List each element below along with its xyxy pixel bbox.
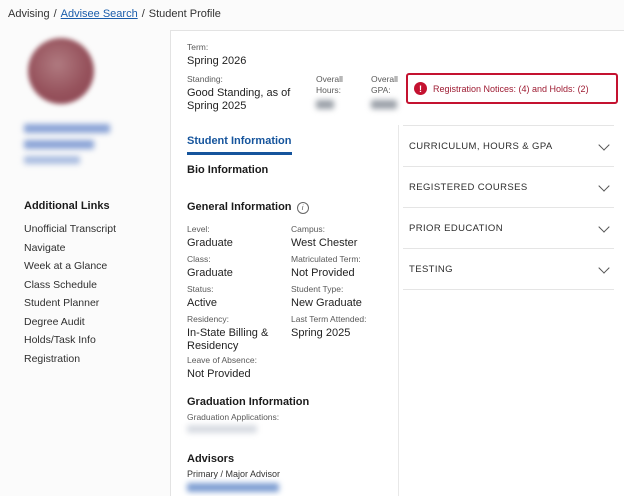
general-information-title-text: General Information — [187, 201, 292, 213]
field-value: Not Provided — [187, 368, 251, 380]
field-value: Not Provided — [291, 267, 355, 279]
redacted-overall-hours-value — [316, 100, 334, 109]
field-label: Matriculated Term: — [291, 254, 361, 264]
redacted-student-name-line — [24, 140, 94, 149]
accordion-title: TESTING — [409, 263, 453, 275]
info-icon[interactable]: i — [296, 202, 309, 214]
overall-hours-field: Overall Hours: — [316, 74, 358, 96]
field-student-type: Student Type: New Graduate — [291, 284, 391, 310]
breadcrumb-advisee-search-link[interactable]: Advisee Search — [61, 8, 138, 20]
student-profile-page: Advising / Advisee Search / Student Profile … — [0, 0, 624, 496]
breadcrumb-student-profile: Student Profile — [148, 8, 221, 20]
field-label: Class: — [187, 254, 211, 264]
breadcrumb: Advising / Advisee Search / Student Profile — [8, 8, 221, 20]
field-leave-of-absence: Leave of Absence: Not Provided — [187, 355, 287, 381]
field-label: Last Term Attended: — [291, 314, 367, 324]
redacted-student-id-line — [24, 156, 80, 164]
sidebar-link-degree-audit[interactable]: Degree Audit — [24, 316, 116, 328]
accordion-curriculum-hours-gpa[interactable]: CURRICULUM, HOURS & GPA — [403, 126, 614, 167]
field-status: Status: Active — [187, 284, 287, 310]
field-label: Status: — [187, 284, 214, 294]
term-field: Term: Spring 2026 — [187, 42, 246, 68]
field-label: Level: — [187, 224, 210, 234]
field-value: Spring 2025 — [291, 327, 351, 339]
standing-label: Standing: — [187, 74, 223, 84]
field-matriculated-term: Matriculated Term: Not Provided — [291, 254, 391, 280]
field-campus: Campus: West Chester — [291, 224, 391, 250]
term-value: Spring 2026 — [187, 55, 247, 67]
field-level: Level: Graduate — [187, 224, 287, 250]
standing-field: Standing: Good Standing, as of Spring 20… — [187, 74, 309, 113]
chevron-down-icon — [598, 138, 610, 151]
redacted-student-name-line — [24, 124, 110, 133]
breadcrumb-advising: Advising — [8, 8, 50, 20]
redacted-advisor-name-link — [187, 483, 279, 492]
field-last-term-attended: Last Term Attended: Spring 2025 — [291, 314, 391, 340]
chevron-down-icon — [598, 220, 610, 233]
registration-notices-alert[interactable]: ! Registration Notices: (4) and Holds: (… — [406, 73, 618, 104]
field-value: Active — [187, 297, 217, 309]
accordion-title: PRIOR EDUCATION — [409, 222, 503, 234]
column-divider — [398, 125, 399, 496]
student-profile-card: Term: Spring 2026 Standing: Good Standin… — [170, 30, 624, 496]
overall-hours-label: Overall Hours: — [316, 74, 343, 95]
additional-links-title: Additional Links — [24, 200, 110, 212]
field-value: In-State Billing & Residency — [187, 327, 269, 352]
general-information-heading: General Information i — [187, 201, 309, 214]
breadcrumb-separator: / — [53, 8, 57, 20]
advisor-role-label: Primary / Major Advisor — [187, 469, 281, 479]
advisors-heading: Advisors — [187, 453, 235, 465]
sidebar-link-navigate[interactable]: Navigate — [24, 242, 116, 254]
sidebar-link-class-schedule[interactable]: Class Schedule — [24, 279, 116, 291]
standing-value: Good Standing, as of Spring 2025 — [187, 87, 291, 112]
accordion-registered-courses[interactable]: REGISTERED COURSES — [403, 167, 614, 208]
field-label: Student Type: — [291, 284, 344, 294]
registration-notices-text: Registration Notices: (4) and Holds: (2) — [433, 83, 589, 94]
sidebar-link-holds-task-info[interactable]: Holds/Task Info — [24, 334, 116, 346]
accordion-testing[interactable]: TESTING — [403, 249, 614, 290]
field-label: Residency: — [187, 314, 230, 324]
additional-links-list: Unofficial Transcript Navigate Week at a… — [24, 223, 116, 371]
accordion-list: CURRICULUM, HOURS & GPA REGISTERED COURS… — [403, 125, 614, 290]
accordion-title: REGISTERED COURSES — [409, 181, 528, 193]
field-class: Class: Graduate — [187, 254, 287, 280]
term-label: Term: — [187, 42, 209, 52]
sidebar-link-unofficial-transcript[interactable]: Unofficial Transcript — [24, 223, 116, 235]
field-value: Graduate — [187, 237, 233, 249]
chevron-down-icon — [598, 261, 610, 274]
student-avatar-redacted — [28, 38, 94, 104]
field-value: Graduate — [187, 267, 233, 279]
sidebar-link-student-planner[interactable]: Student Planner — [24, 297, 116, 309]
alert-exclamation-icon: ! — [414, 82, 427, 95]
field-label: Leave of Absence: — [187, 355, 257, 365]
field-label: Campus: — [291, 224, 326, 234]
accordion-title: CURRICULUM, HOURS & GPA — [409, 140, 553, 152]
field-value: New Graduate — [291, 297, 362, 309]
field-residency: Residency: In-State Billing & Residency — [187, 314, 285, 353]
field-value: West Chester — [291, 237, 358, 249]
sidebar-link-registration[interactable]: Registration — [24, 353, 116, 365]
sidebar-link-week-at-a-glance[interactable]: Week at a Glance — [24, 260, 116, 272]
graduation-applications-label: Graduation Applications: — [187, 412, 280, 422]
breadcrumb-separator: / — [141, 8, 145, 20]
accordion-prior-education[interactable]: PRIOR EDUCATION — [403, 208, 614, 249]
bio-information-heading: Bio Information — [187, 164, 269, 176]
redacted-overall-gpa-value — [371, 100, 397, 109]
graduation-information-heading: Graduation Information — [187, 396, 310, 408]
tab-student-information[interactable]: Student Information — [187, 135, 292, 155]
chevron-down-icon — [598, 179, 610, 192]
redacted-graduation-applications-value — [187, 425, 257, 433]
